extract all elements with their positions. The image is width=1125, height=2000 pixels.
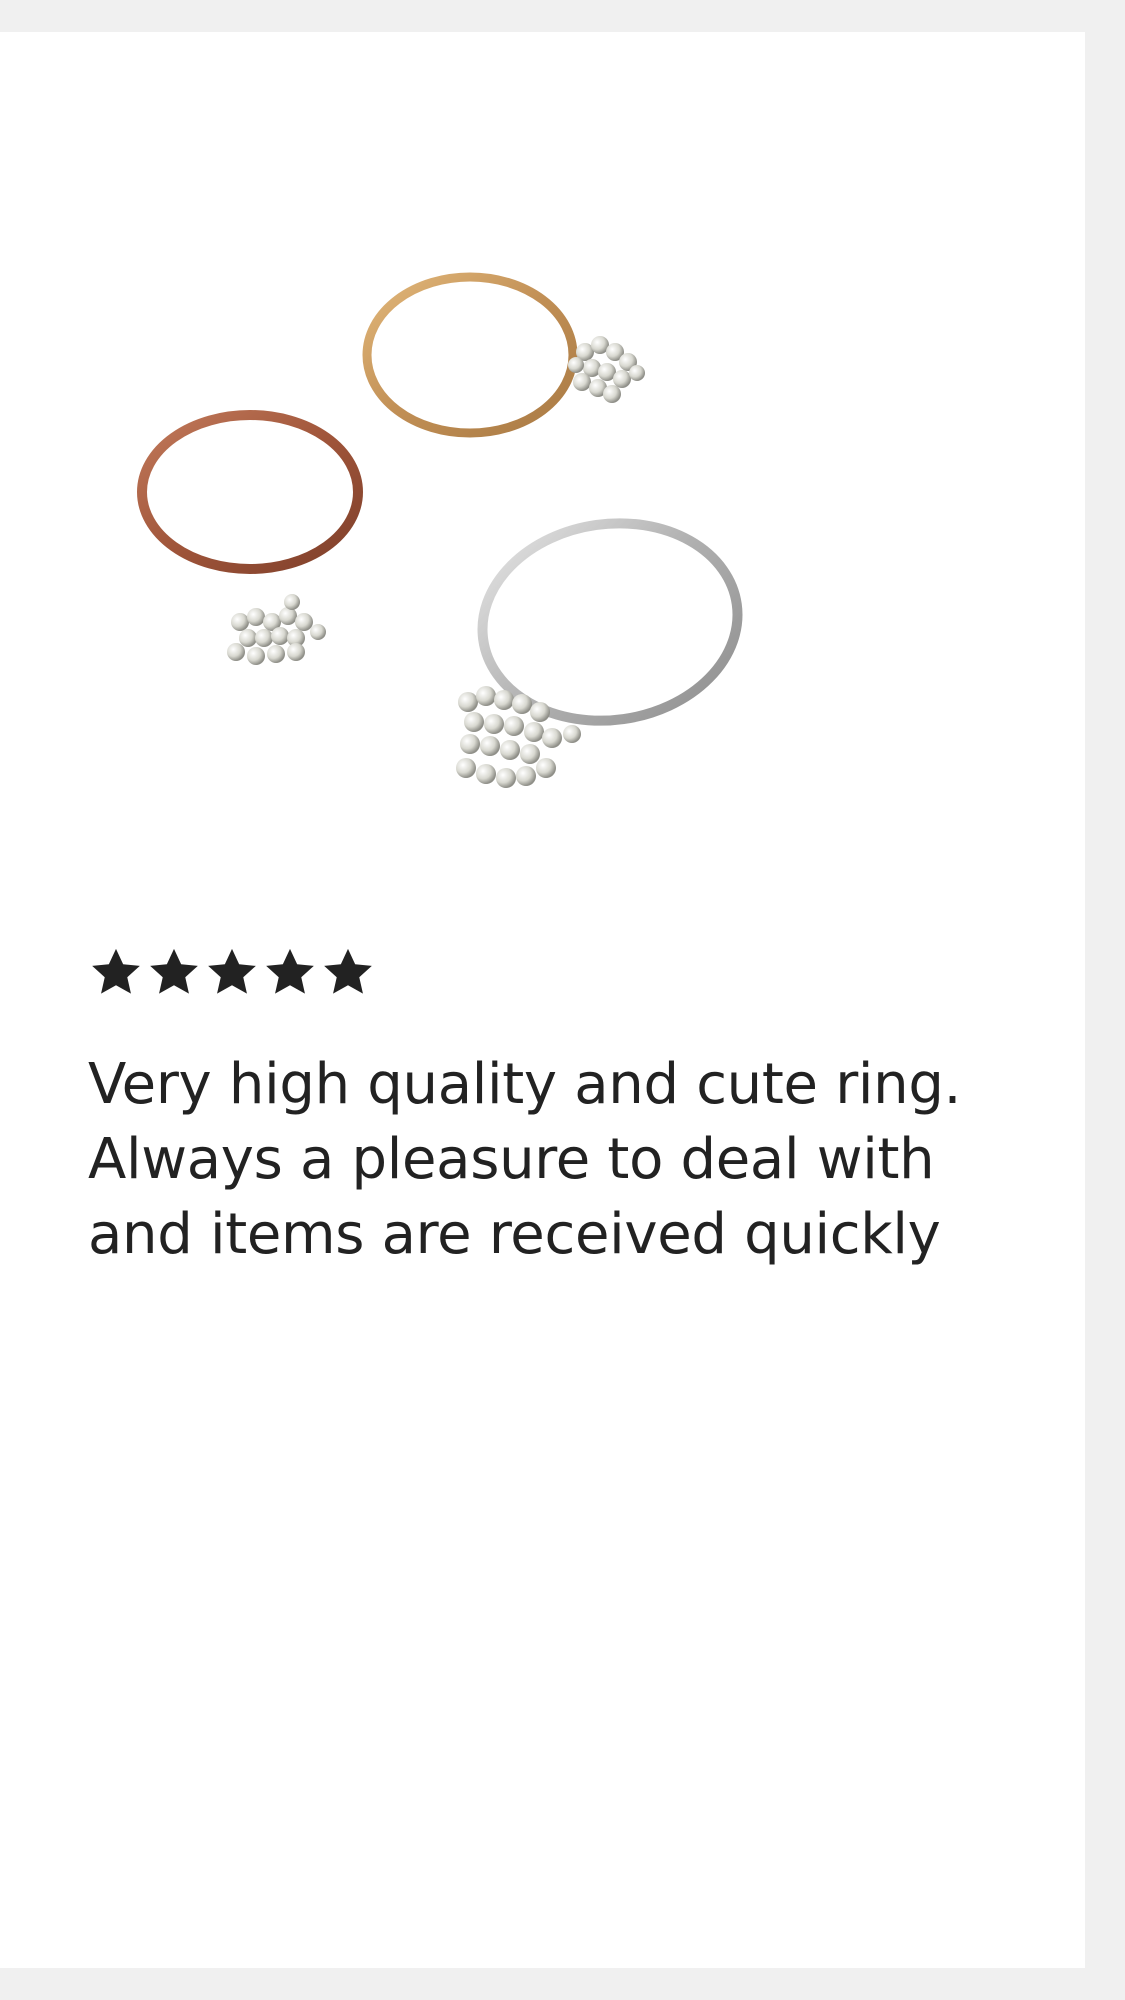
copper-ring-bead-cluster xyxy=(227,594,326,665)
silver-ring xyxy=(456,518,743,788)
star-icon xyxy=(148,947,200,997)
star-icon xyxy=(206,947,258,997)
page-edge xyxy=(1085,0,1125,2000)
silver-ring-bead-cluster xyxy=(456,686,581,788)
gold-ring-bead-cluster xyxy=(568,336,645,403)
star-icon xyxy=(264,947,316,997)
star-rating xyxy=(90,947,374,997)
star-icon xyxy=(90,947,142,997)
rings-image xyxy=(137,272,743,788)
copper-ring xyxy=(137,410,363,665)
review-card: Very high quality and cute ring. Always … xyxy=(0,32,1085,1968)
review-photo[interactable] xyxy=(0,32,1085,912)
gold-ring xyxy=(362,272,645,438)
truncated-text-fragment: · · · xyxy=(88,1400,152,1408)
star-icon xyxy=(322,947,374,997)
review-text: Very high quality and cute ring. Always … xyxy=(88,1052,962,1267)
truncated-reviewer-line: · · · xyxy=(88,1392,378,1408)
